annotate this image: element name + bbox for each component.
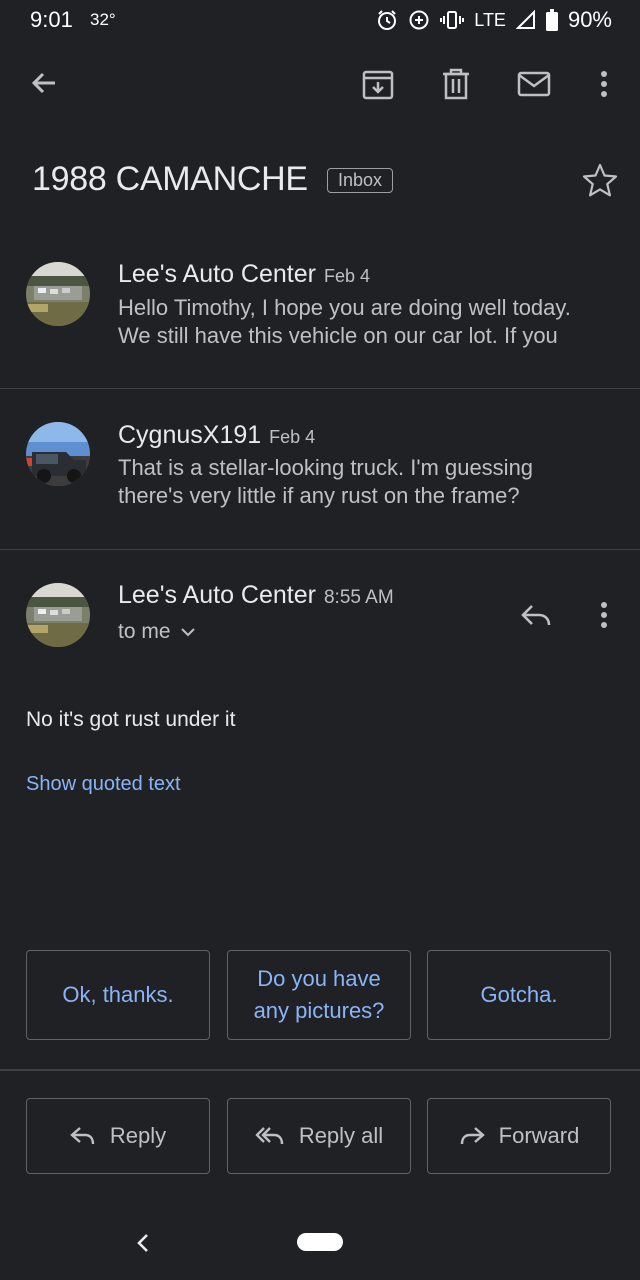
message-date: Feb 4: [323, 266, 370, 286]
smart-reply-label-line2: any pictures?: [253, 998, 385, 1023]
back-button[interactable]: [24, 63, 64, 103]
home-pill-button[interactable]: [297, 1233, 343, 1251]
signal-icon: [515, 10, 536, 30]
reply-all-button[interactable]: Reply all: [227, 1098, 411, 1174]
archive-icon: [362, 68, 394, 100]
network-type: LTE: [474, 9, 506, 30]
forward-label: Forward: [498, 1123, 580, 1148]
snippet-line: That is a stellar-looking truck. I'm gue…: [118, 455, 534, 480]
star-icon: [582, 163, 618, 197]
forward-icon: [459, 1126, 485, 1146]
battery-percent: 90%: [567, 7, 612, 32]
more-options-button[interactable]: [584, 64, 624, 104]
star-button[interactable]: [582, 163, 618, 197]
reply-icon-button[interactable]: [516, 596, 556, 636]
reply-all-label: Reply all: [298, 1123, 384, 1148]
smart-reply-pictures[interactable]: Do you have any pictures?: [227, 950, 411, 1040]
more-vert-icon: [600, 601, 608, 629]
mark-unread-button[interactable]: [514, 64, 554, 104]
reply-label: Reply: [109, 1123, 167, 1148]
smart-reply-label: Gotcha.: [480, 982, 558, 1007]
archive-button[interactable]: [358, 64, 398, 104]
message-date: Feb 4: [269, 427, 316, 447]
snippet-line: there's very little if any rust on the f…: [118, 483, 520, 508]
battery-icon: [545, 9, 558, 31]
inbox-label[interactable]: Inbox: [327, 168, 394, 193]
status-bar: 9:01 32° LTE 90%: [0, 0, 640, 40]
smart-reply-label: Ok, thanks.: [62, 982, 174, 1007]
snippet-line: Hello Timothy, I hope you are doing well…: [118, 295, 571, 320]
data-saver-icon: [408, 9, 430, 31]
show-quoted-text-link[interactable]: Show quoted text: [26, 773, 181, 796]
recipient-text: to me: [118, 620, 171, 643]
sender-name: Lee's Auto Center: [118, 581, 316, 609]
reply-all-icon: [255, 1126, 285, 1146]
divider: [0, 549, 640, 550]
chevron-down-icon: [180, 627, 195, 637]
message-item-lees-auto-center-1[interactable]: Lee's Auto Center Feb 4 Hello Timothy, I …: [0, 244, 640, 388]
reply-icon: [520, 604, 552, 628]
reply-icon: [70, 1126, 96, 1146]
more-vert-icon: [600, 70, 608, 98]
snippet-line: We still have this vehicle on our car lo…: [118, 323, 558, 348]
system-nav-bar: [0, 1204, 640, 1280]
nav-back-button[interactable]: [128, 1228, 158, 1258]
message-item-cygnusx191[interactable]: CygnusX191 Feb 4 That is a stellar-lookin…: [0, 389, 640, 549]
alarm-icon: [376, 9, 398, 31]
message-snippet: Hello Timothy, I hope you are doing well…: [118, 294, 618, 350]
smart-reply-label-line1: Do you have: [257, 966, 381, 991]
sender-name: CygnusX191: [118, 421, 262, 449]
reply-button[interactable]: Reply: [26, 1098, 210, 1174]
smart-reply-ok-thanks[interactable]: Ok, thanks.: [26, 950, 210, 1040]
message-more-button[interactable]: [584, 595, 624, 635]
delete-icon: [441, 68, 471, 100]
status-temperature: 32°: [90, 10, 116, 29]
message-body: No it's got rust under it: [26, 708, 236, 731]
avatar: [26, 422, 90, 486]
status-icons: LTE 90%: [376, 6, 612, 34]
back-arrow-icon: [29, 68, 59, 98]
avatar: [26, 583, 90, 647]
sender-name: Lee's Auto Center: [118, 260, 316, 288]
delete-button[interactable]: [436, 64, 476, 104]
chevron-left-icon: [128, 1228, 158, 1258]
avatar: [26, 262, 90, 326]
recipient-details-toggle[interactable]: to me: [118, 620, 195, 644]
email-subject: 1988 CAMANCHE: [32, 160, 308, 198]
message-time: 8:55 AM: [323, 587, 394, 608]
status-time: 9:01: [30, 7, 73, 32]
divider: [0, 1069, 640, 1071]
smart-reply-gotcha[interactable]: Gotcha.: [427, 950, 611, 1040]
forward-button[interactable]: Forward: [427, 1098, 611, 1174]
mark-unread-icon: [517, 71, 551, 97]
vibrate-icon: [440, 9, 465, 31]
message-snippet: That is a stellar-looking truck. I'm gue…: [118, 454, 618, 510]
